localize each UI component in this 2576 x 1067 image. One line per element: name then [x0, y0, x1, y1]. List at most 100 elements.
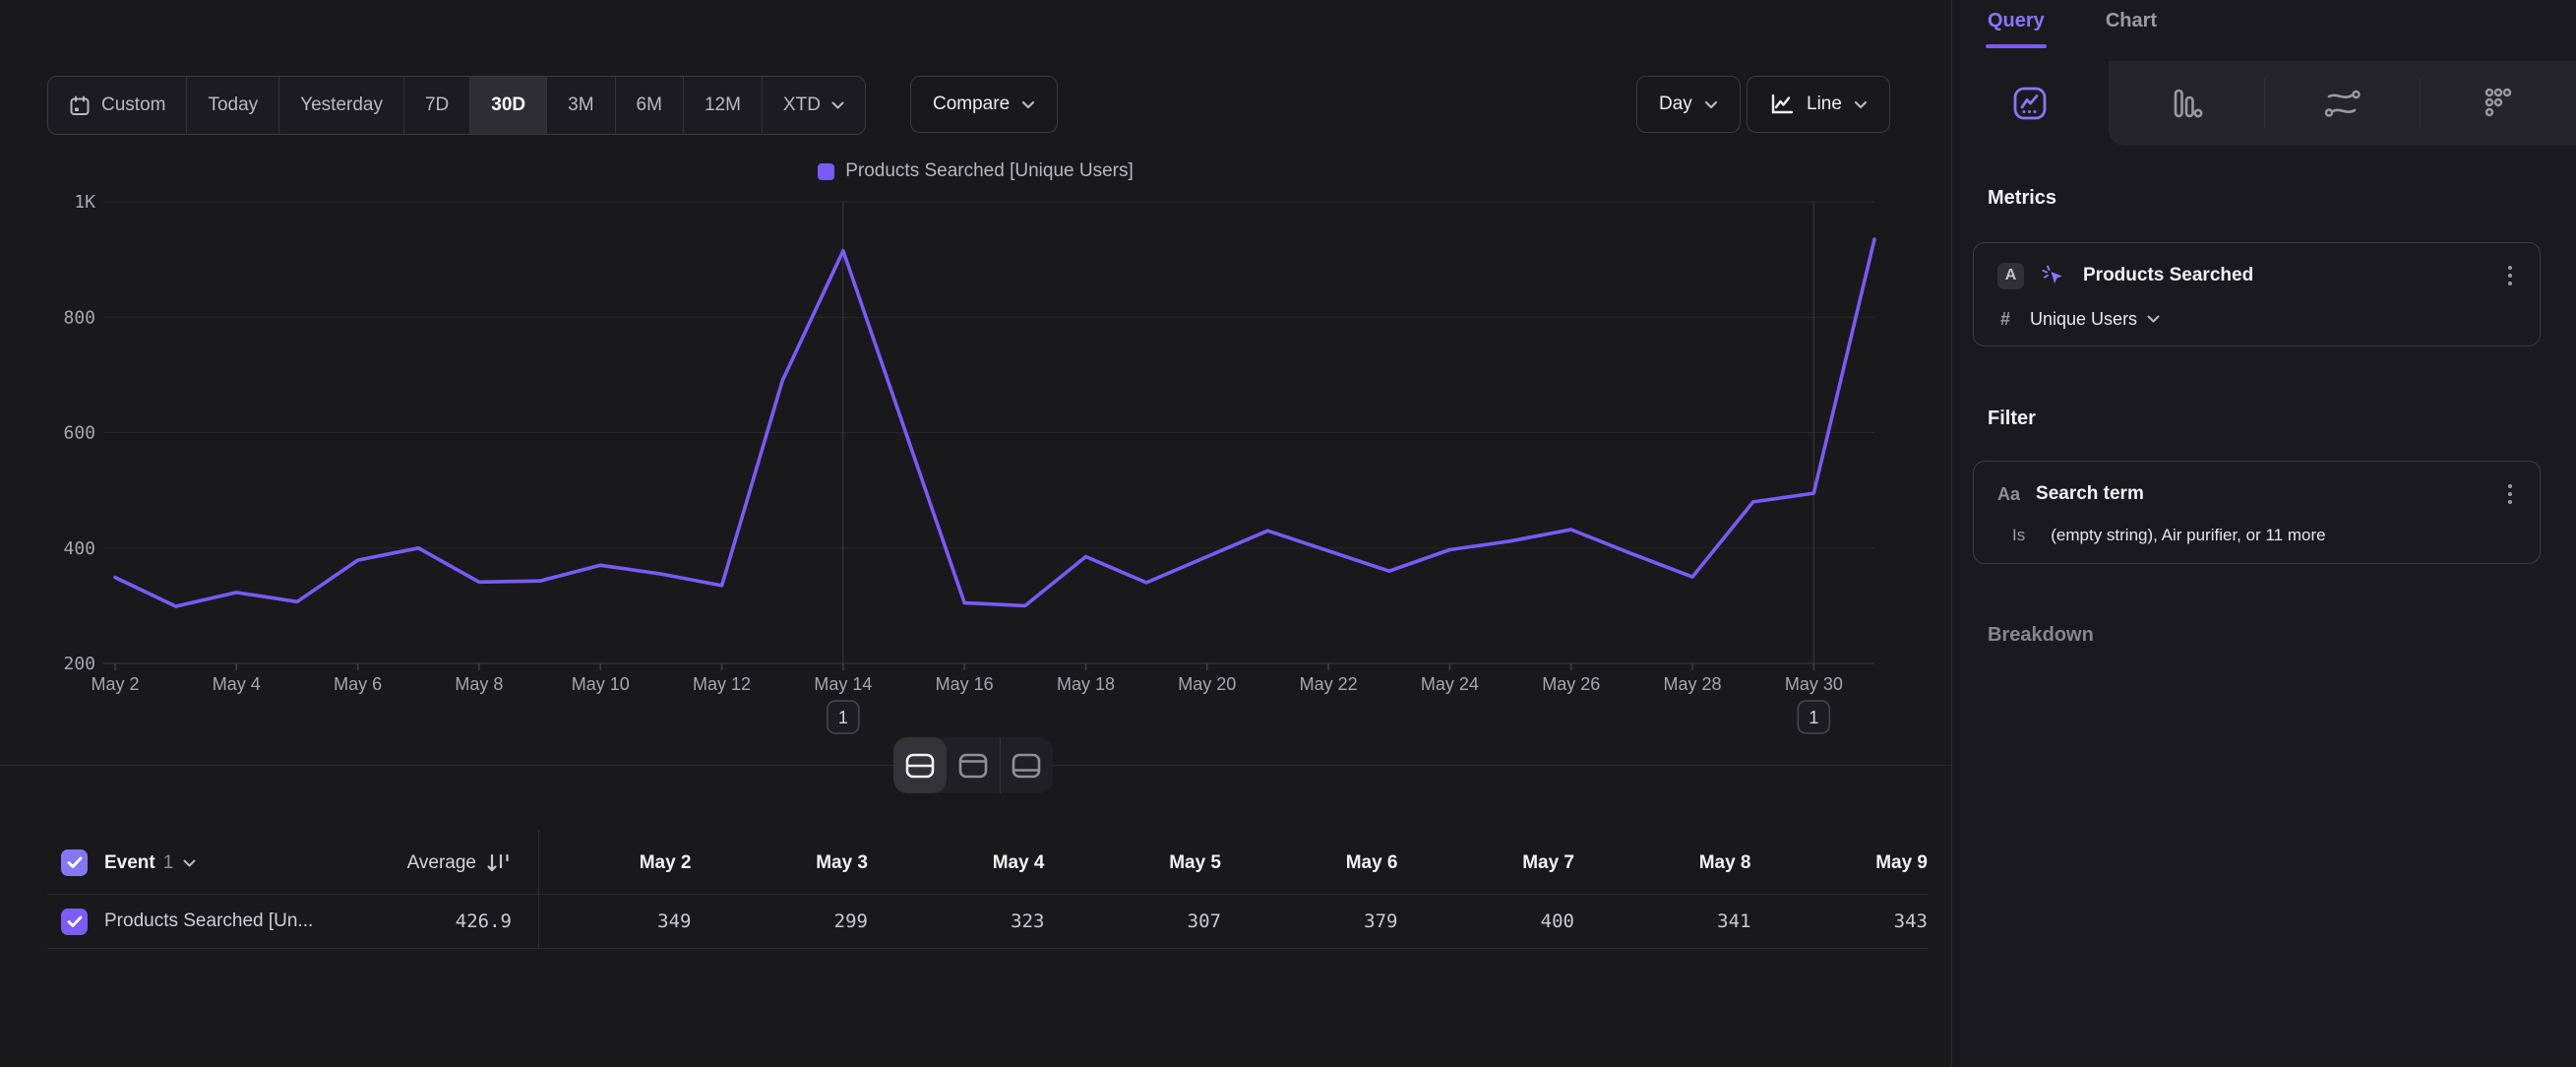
date-column-header: May 3: [715, 852, 892, 874]
select-all-checkbox[interactable]: [61, 849, 88, 876]
event-dropdown[interactable]: [173, 854, 196, 872]
filter-card[interactable]: Aa Search term Is (empty string), Air pu…: [1973, 461, 2541, 564]
range-label: Custom: [101, 94, 165, 116]
y-tick-label: 400: [63, 538, 95, 559]
line-chart-icon: [1769, 93, 1795, 116]
panel-tabs: Query Chart: [1988, 10, 2157, 48]
range-button-custom[interactable]: Custom: [48, 77, 187, 134]
filter-menu-kebab-icon[interactable]: [2504, 480, 2516, 508]
annotation-badge-label: 1: [838, 708, 848, 727]
range-label: 12M: [705, 94, 741, 116]
tab-chart[interactable]: Chart: [2106, 10, 2157, 48]
metric-event-name: Products Searched: [2083, 265, 2253, 286]
range-button-xtd[interactable]: XTD: [763, 77, 865, 134]
row-checkbox[interactable]: [61, 909, 88, 935]
range-button-7d[interactable]: 7D: [404, 77, 470, 134]
average-sort-button[interactable]: Average: [407, 851, 512, 875]
report-tab-insights[interactable]: [1952, 61, 2108, 146]
y-tick-label: 1K: [74, 192, 95, 213]
aggregation-symbol: #: [2000, 309, 2010, 330]
chart-type-label: Line: [1807, 94, 1842, 115]
tab-query[interactable]: Query: [1988, 10, 2045, 48]
y-tick-label: 600: [63, 423, 95, 444]
x-tick-label: May 14: [814, 674, 872, 694]
report-tab-funnels[interactable]: [2109, 61, 2264, 146]
date-column-header: May 8: [1598, 852, 1775, 874]
y-tick-label: 200: [63, 654, 95, 674]
split-view-icon: [904, 752, 936, 780]
table-cell-value: 307: [1069, 910, 1246, 932]
event-count: 1: [163, 852, 174, 874]
range-label: Yesterday: [300, 94, 383, 116]
report-type-strip: [1952, 61, 2576, 146]
range-button-6m[interactable]: 6M: [616, 77, 684, 134]
app-root: Custom Today Yesterday 7D30D 3M 6M 12M XTD Comp…: [0, 0, 2576, 1067]
table-column-divider: [538, 830, 539, 948]
date-range-group: Custom Today Yesterday 7D30D 3M 6M 12M XTD: [47, 76, 866, 135]
metric-menu-kebab-icon[interactable]: [2504, 262, 2516, 289]
table-cell-value: 379: [1245, 910, 1422, 932]
compare-button[interactable]: Compare: [910, 76, 1058, 133]
y-tick-label: 800: [63, 307, 95, 328]
x-tick-label: May 18: [1057, 674, 1115, 694]
x-tick-label: May 24: [1421, 674, 1479, 694]
range-button-30d[interactable]: 30D: [470, 77, 547, 134]
insights-icon: [2010, 84, 2050, 123]
x-tick-label: May 30: [1785, 674, 1843, 694]
chevron-down-icon: [831, 101, 844, 109]
row-average-value: 426.9: [456, 910, 512, 932]
table-header-row: Event1AverageMay 2May 3May 4May 5May 6Ma…: [0, 832, 1951, 894]
granularity-button[interactable]: Day: [1636, 76, 1741, 133]
event-click-icon: [2040, 262, 2067, 289]
layout-toggle-table-only[interactable]: [1001, 737, 1053, 793]
range-button-yesterday[interactable]: Yesterday: [279, 77, 404, 134]
table-cell-value: 299: [715, 910, 892, 932]
check-icon: [67, 915, 83, 928]
breakdown-header: Breakdown: [1988, 624, 2094, 647]
main-area: Custom Today Yesterday 7D30D 3M 6M 12M XTD Comp…: [0, 0, 1951, 1067]
aggregation-dropdown[interactable]: Unique Users: [2030, 309, 2160, 330]
range-button-today[interactable]: Today: [187, 77, 279, 134]
report-tab-flows[interactable]: [2265, 61, 2421, 146]
range-label: XTD: [783, 94, 821, 116]
range-label: 3M: [568, 94, 593, 116]
chevron-down-icon: [183, 859, 196, 867]
metric-card[interactable]: A Products Searched # Unique Users: [1973, 242, 2541, 346]
granularity-label: Day: [1659, 94, 1692, 115]
range-button-12m[interactable]: 12M: [684, 77, 763, 134]
table-divider: [47, 948, 1929, 949]
range-button-3m[interactable]: 3M: [547, 77, 615, 134]
x-tick-label: May 16: [936, 674, 994, 694]
chart-type-button[interactable]: Line: [1747, 76, 1890, 133]
x-tick-label: May 6: [334, 674, 382, 694]
filter-header: Filter: [1988, 408, 2036, 430]
series-line: [115, 239, 1874, 606]
funnels-icon: [2167, 84, 2206, 123]
table-cell-value: 349: [538, 910, 715, 932]
annotation-badge-label: 1: [1809, 708, 1818, 727]
x-tick-label: May 28: [1664, 674, 1722, 694]
x-tick-label: May 4: [213, 674, 261, 694]
table-only-icon: [1011, 752, 1042, 780]
table-cell-value: 323: [891, 910, 1069, 932]
chevron-down-icon: [1021, 100, 1035, 109]
calendar-icon: [69, 94, 91, 117]
layout-toggle-split-view[interactable]: [893, 737, 947, 793]
query-panel: Query Chart: [1952, 0, 2576, 1067]
check-icon: [67, 856, 83, 869]
x-tick-label: May 20: [1178, 674, 1236, 694]
range-label: Today: [208, 94, 258, 116]
filter-values-summary[interactable]: (empty string), Air purifier, or 11 more: [2051, 526, 2325, 545]
retention-icon: [2479, 84, 2518, 123]
line-chart-canvas: 1K800600400200May 2May 4May 6May 8May 10…: [0, 138, 1951, 768]
x-tick-label: May 26: [1542, 674, 1600, 694]
layout-toggle-chart-only[interactable]: [947, 737, 1000, 793]
average-column-header: Average: [407, 852, 476, 874]
report-tab-retention[interactable]: [2421, 61, 2576, 146]
date-column-header: May 7: [1422, 852, 1599, 874]
table-cell-value: 343: [1775, 910, 1952, 932]
row-event-name: Products Searched [Un...: [104, 910, 313, 932]
property-type-label: Aa: [1997, 484, 2020, 505]
table-row: Products Searched [Un... 426.9 34929932330…: [0, 895, 1951, 948]
date-column-header: May 5: [1069, 852, 1246, 874]
